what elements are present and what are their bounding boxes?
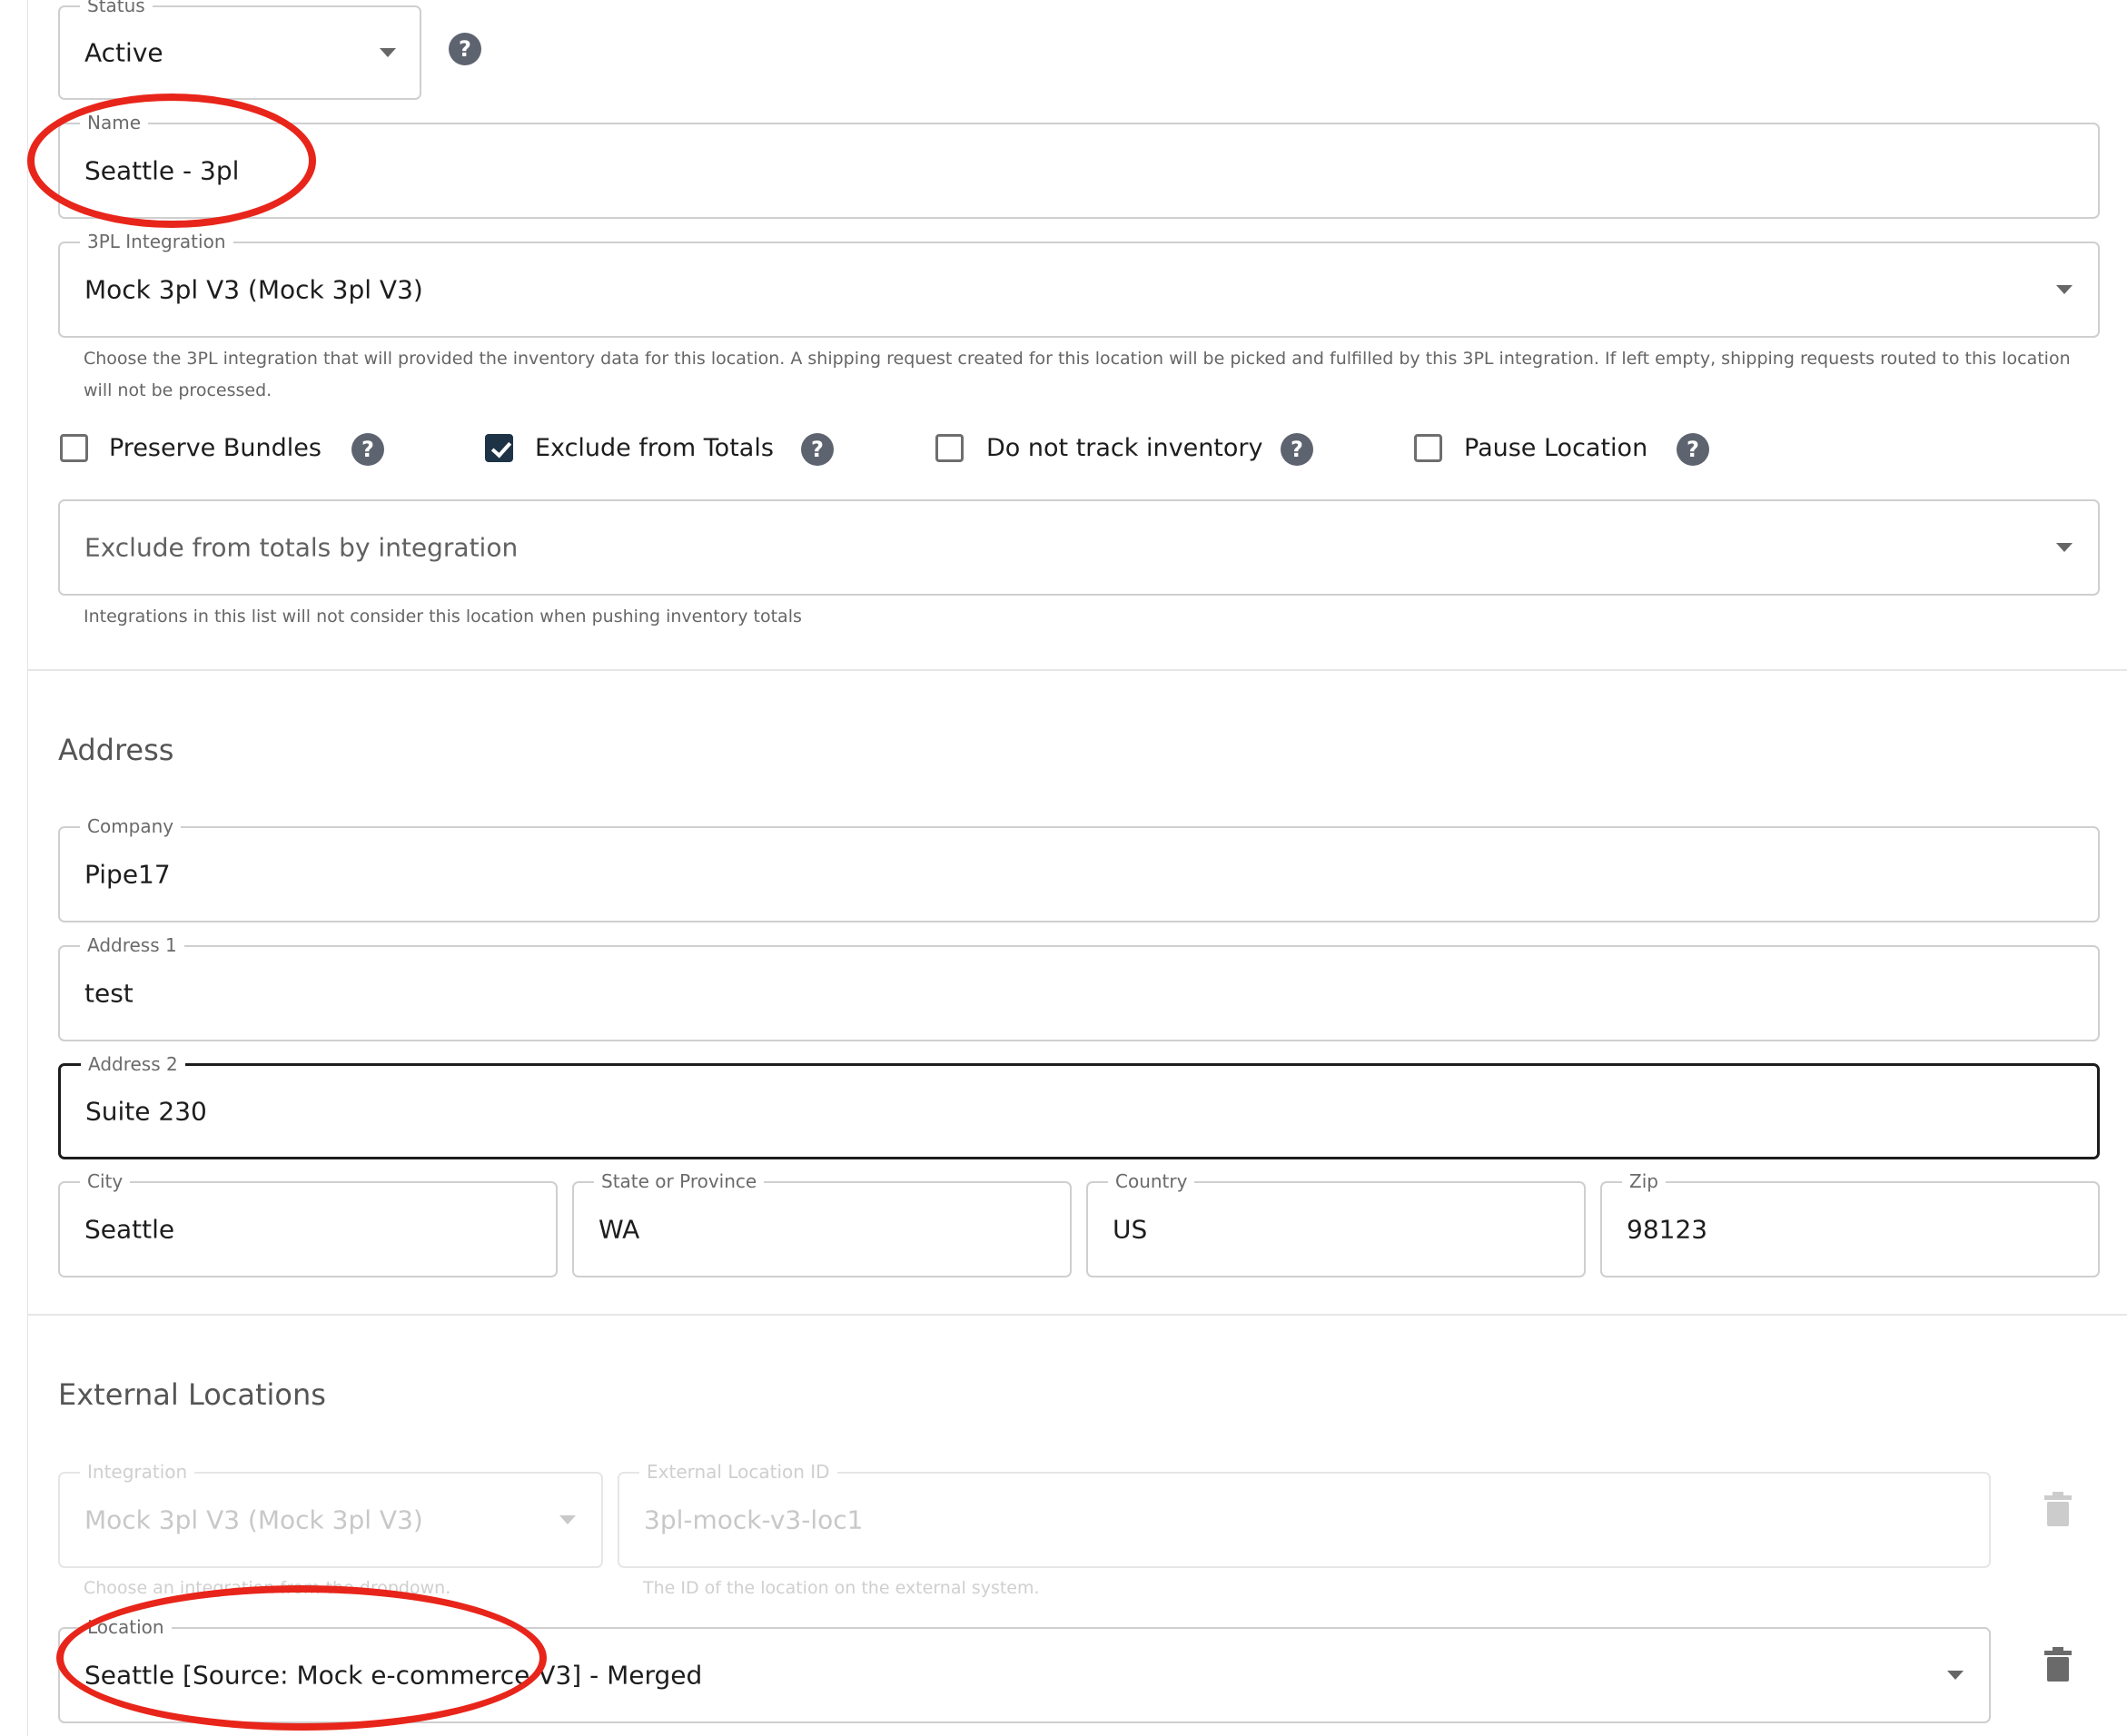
- do-not-track-inventory-help-icon[interactable]: ?: [1281, 433, 1313, 466]
- pause-location-checkbox[interactable]: [1414, 434, 1442, 462]
- exclude-from-totals-label: Exclude from Totals: [535, 434, 774, 462]
- status-value: Active: [84, 37, 163, 68]
- country-input[interactable]: US: [1113, 1215, 1147, 1245]
- exclude-from-totals-checkbox[interactable]: [485, 434, 513, 462]
- company-field[interactable]: Company Pipe17: [58, 815, 2100, 922]
- caret-down-icon: [1947, 1671, 1964, 1680]
- address1-label: Address 1: [80, 934, 184, 956]
- integration-3pl-helper-line1: Choose the 3PL integration that will pro…: [84, 349, 2071, 369]
- address1-field[interactable]: Address 1 test: [58, 934, 2100, 1041]
- name-label: Name: [80, 112, 149, 133]
- state-input[interactable]: WA: [599, 1215, 639, 1245]
- status-select[interactable]: Status Active: [58, 0, 421, 100]
- caret-down-icon: [2056, 543, 2073, 552]
- external-integration-value: Mock 3pl V3 (Mock 3pl V3): [84, 1504, 423, 1535]
- external-location-id-helper: The ID of the location on the external s…: [643, 1578, 1040, 1598]
- zip-input[interactable]: 98123: [1627, 1215, 1707, 1245]
- content-left-border: [27, 0, 28, 1736]
- address1-input[interactable]: test: [84, 979, 134, 1009]
- external-location-id-field: External Location ID 3pl-mock-v3-loc1: [618, 1461, 1991, 1568]
- name-field[interactable]: Name Seattle - 3pl: [58, 112, 2100, 219]
- caret-down-icon: [380, 48, 396, 57]
- pause-location-label: Pause Location: [1464, 434, 1648, 462]
- pause-location-help-icon[interactable]: ?: [1677, 433, 1709, 466]
- section-divider: [27, 1314, 2127, 1316]
- location-value: Seattle [Source: Mock e-commerce V3] - M…: [84, 1660, 703, 1691]
- address2-input[interactable]: Suite 230: [85, 1097, 207, 1127]
- address-section-title: Address: [58, 733, 174, 767]
- exclude-by-integration-placeholder: Exclude from totals by integration: [84, 532, 519, 563]
- zip-label: Zip: [1622, 1170, 1666, 1192]
- country-field[interactable]: Country US: [1086, 1170, 1586, 1277]
- exclude-by-integration-helper: Integrations in this list will not consi…: [84, 607, 802, 626]
- caret-down-icon: [2056, 285, 2073, 294]
- external-integration-label: Integration: [80, 1461, 195, 1483]
- exclude-from-totals-help-icon[interactable]: ?: [801, 433, 834, 466]
- integration-3pl-label: 3PL Integration: [80, 231, 233, 252]
- address2-field[interactable]: Address 2 Suite 230: [58, 1053, 2100, 1159]
- company-label: Company: [80, 815, 182, 837]
- state-field[interactable]: State or Province WA: [572, 1170, 1072, 1277]
- external-location-id-label: External Location ID: [639, 1461, 837, 1483]
- integration-3pl-helper-line2: will not be processed.: [84, 380, 272, 400]
- preserve-bundles-label: Preserve Bundles: [109, 434, 322, 462]
- caret-down-icon: [559, 1515, 576, 1524]
- integration-3pl-value: Mock 3pl V3 (Mock 3pl V3): [84, 274, 423, 305]
- city-label: City: [80, 1170, 131, 1192]
- trash-icon[interactable]: [2044, 1492, 2072, 1526]
- state-label: State or Province: [594, 1170, 765, 1192]
- city-field[interactable]: City Seattle: [58, 1170, 558, 1277]
- location-label: Location: [80, 1616, 172, 1638]
- location-select[interactable]: Location Seattle [Source: Mock e-commerc…: [58, 1616, 1991, 1723]
- section-divider: [27, 669, 2127, 671]
- name-input[interactable]: Seattle - 3pl: [84, 156, 239, 186]
- external-locations-section-title: External Locations: [58, 1377, 326, 1412]
- status-label: Status: [80, 0, 153, 16]
- city-input[interactable]: Seattle: [84, 1215, 174, 1245]
- exclude-by-integration-select[interactable]: Exclude from totals by integration: [58, 499, 2100, 596]
- trash-icon[interactable]: [2044, 1647, 2072, 1682]
- address2-label: Address 2: [81, 1053, 185, 1075]
- country-label: Country: [1108, 1170, 1195, 1192]
- do-not-track-inventory-checkbox[interactable]: [935, 434, 964, 462]
- status-help-icon[interactable]: ?: [449, 33, 481, 65]
- external-location-id-value: 3pl-mock-v3-loc1: [644, 1504, 864, 1535]
- company-input[interactable]: Pipe17: [84, 860, 171, 890]
- integration-3pl-select[interactable]: 3PL Integration Mock 3pl V3 (Mock 3pl V3…: [58, 231, 2100, 338]
- preserve-bundles-checkbox[interactable]: [60, 434, 88, 462]
- zip-field[interactable]: Zip 98123: [1600, 1170, 2100, 1277]
- do-not-track-inventory-label: Do not track inventory: [986, 434, 1263, 462]
- external-integration-select: Integration Mock 3pl V3 (Mock 3pl V3): [58, 1461, 603, 1568]
- preserve-bundles-help-icon[interactable]: ?: [351, 433, 384, 466]
- external-integration-helper: Choose an integration from the dropdown.: [84, 1578, 451, 1598]
